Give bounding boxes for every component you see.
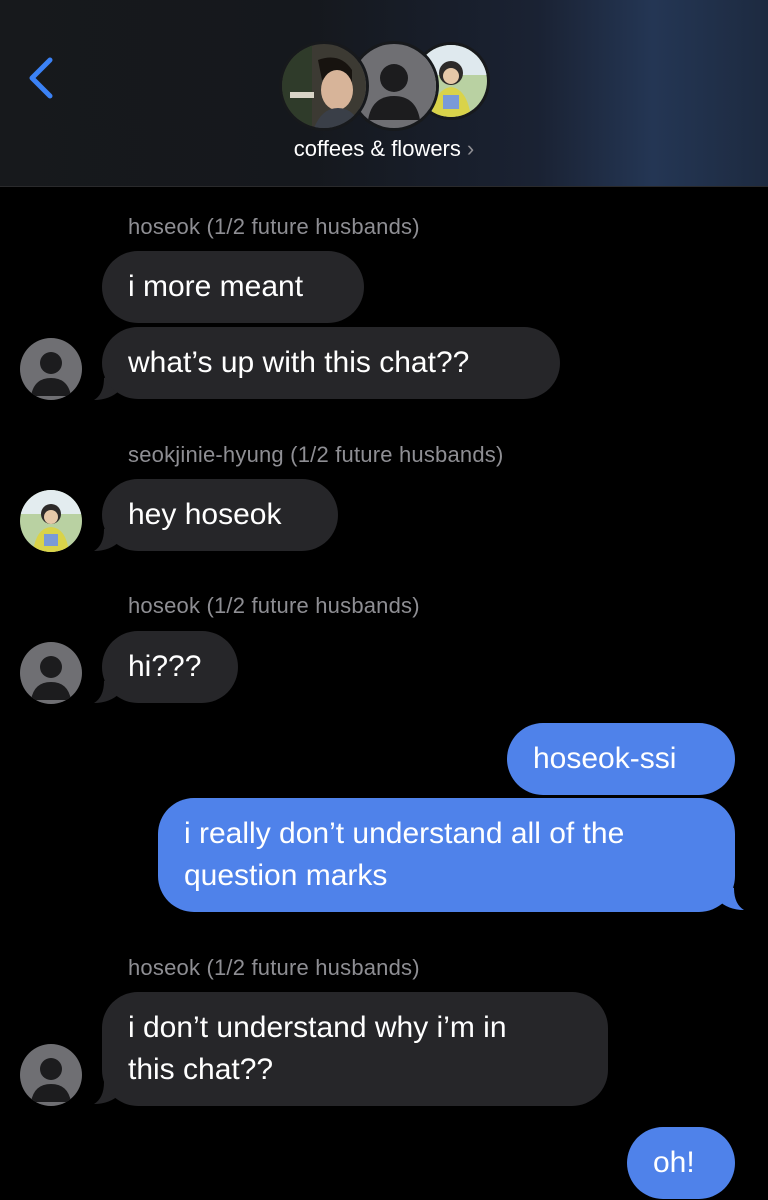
chevron-left-icon [29, 57, 53, 99]
incoming-message-bubble[interactable]: hi??? [102, 631, 238, 703]
chevron-right-icon: › [466, 136, 475, 161]
incoming-message-bubble[interactable]: i more meant [102, 251, 364, 323]
message-text-line: i really don’t understand all of the [184, 817, 625, 850]
outgoing-message-bubble[interactable]: oh! [627, 1127, 735, 1199]
message-text: hey hoseok [128, 498, 282, 531]
chat-header: coffees & flowers › [0, 0, 768, 187]
sender-avatar[interactable] [20, 490, 82, 552]
sender-name: seokjinie-hyung (1/2 future husbands) [128, 442, 504, 467]
back-button[interactable] [22, 52, 62, 104]
sender-name: hoseok (1/2 future husbands) [128, 955, 420, 980]
incoming-message-bubble[interactable]: hey hoseok [102, 479, 338, 551]
sender-name: hoseok (1/2 future husbands) [128, 214, 420, 239]
incoming-message-bubble[interactable]: i don’t understand why i’m in this chat?… [102, 992, 608, 1106]
profile-photo [20, 490, 82, 552]
message-text: i more meant [128, 270, 304, 303]
sender-avatar[interactable] [20, 1044, 82, 1106]
group-name-label: coffees & flowers [293, 136, 461, 161]
incoming-message-bubble[interactable]: what’s up with this chat?? [102, 327, 560, 399]
sender-name: hoseok (1/2 future husbands) [128, 593, 420, 618]
outgoing-message-bubble[interactable]: i really don’t understand all of the que… [158, 798, 735, 912]
message-text: oh! [653, 1146, 695, 1179]
group-name[interactable]: coffees & flowers › [0, 136, 768, 162]
message-text-line: i don’t understand why i’m in [128, 1011, 507, 1044]
person-icon [20, 1044, 82, 1106]
person-icon [20, 338, 82, 400]
sender-avatar[interactable] [20, 642, 82, 704]
message-text-line: question marks [184, 859, 388, 892]
outgoing-message-bubble[interactable]: hoseok-ssi [507, 723, 735, 795]
message-text: hi??? [128, 650, 202, 683]
group-avatars[interactable] [282, 44, 492, 130]
person-icon [20, 642, 82, 704]
sender-avatar[interactable] [20, 338, 82, 400]
message-text-line: this chat?? [128, 1053, 274, 1086]
message-text: what’s up with this chat?? [128, 346, 470, 379]
message-text: hoseok-ssi [533, 742, 677, 775]
participant-avatar-1 [282, 44, 366, 128]
